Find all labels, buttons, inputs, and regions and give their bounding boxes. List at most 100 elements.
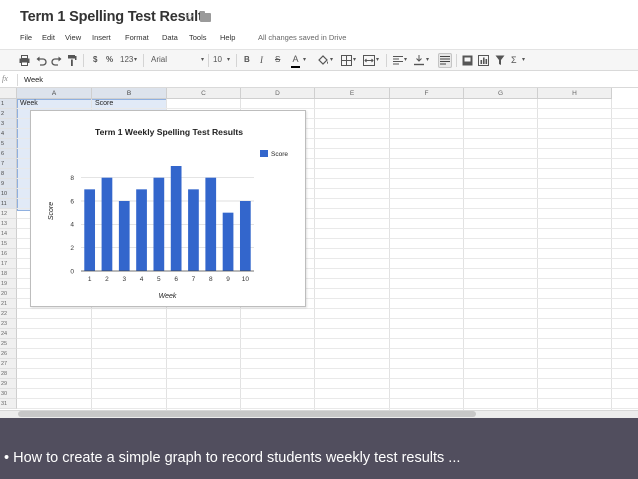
column-header[interactable]: G: [464, 88, 538, 99]
filter-icon[interactable]: [495, 55, 505, 66]
menu-data[interactable]: Data: [162, 33, 178, 42]
menu-tools[interactable]: Tools: [189, 33, 207, 42]
italic-button[interactable]: I: [260, 55, 263, 65]
bar[interactable]: [170, 166, 182, 271]
currency-format-button[interactable]: $: [93, 55, 97, 65]
fill-color-dropdown[interactable]: ▾: [330, 55, 333, 65]
horizontal-scrollbar-thumb[interactable]: [18, 411, 476, 417]
column-header[interactable]: E: [315, 88, 390, 99]
bar[interactable]: [205, 177, 217, 271]
column-header[interactable]: A: [17, 88, 92, 99]
row-header[interactable]: 26: [0, 349, 17, 359]
strikethrough-button[interactable]: S: [275, 55, 280, 65]
x-tick-label: 6: [174, 276, 178, 283]
number-format-button[interactable]: 123: [120, 55, 133, 65]
percent-format-button[interactable]: %: [106, 55, 113, 65]
star-icon[interactable]: ☆: [183, 9, 195, 25]
bar[interactable]: [136, 189, 147, 271]
menu-file[interactable]: File: [20, 33, 32, 42]
font-family-dropdown[interactable]: ▾: [201, 55, 204, 65]
formula-input[interactable]: Week: [24, 75, 43, 84]
column-header[interactable]: B: [92, 88, 167, 99]
row-header[interactable]: 21: [0, 299, 17, 309]
folder-icon[interactable]: [200, 11, 211, 22]
menu-help[interactable]: Help: [220, 33, 235, 42]
fill-color-icon[interactable]: [318, 55, 329, 66]
cell-b1[interactable]: Score: [95, 100, 113, 107]
menu-format[interactable]: Format: [125, 33, 149, 42]
redo-icon[interactable]: [51, 55, 62, 66]
text-color-dropdown[interactable]: ▾: [303, 55, 306, 65]
row-header[interactable]: 12: [0, 209, 17, 219]
row-header[interactable]: 20: [0, 289, 17, 299]
column-header[interactable]: D: [241, 88, 315, 99]
row-header[interactable]: 25: [0, 339, 17, 349]
borders-icon[interactable]: [341, 55, 352, 66]
font-size-select[interactable]: 10: [213, 55, 222, 65]
menu-insert[interactable]: Insert: [92, 33, 111, 42]
row-header[interactable]: 28: [0, 369, 17, 379]
row-header[interactable]: 5: [0, 139, 17, 149]
row-header[interactable]: 23: [0, 319, 17, 329]
merge-cells-dropdown[interactable]: ▾: [376, 55, 379, 65]
borders-dropdown[interactable]: ▾: [353, 55, 356, 65]
bold-button[interactable]: B: [244, 55, 250, 65]
row-header[interactable]: 3: [0, 119, 17, 129]
functions-button[interactable]: Σ: [511, 55, 517, 65]
row-header[interactable]: 18: [0, 269, 17, 279]
row-header[interactable]: 7: [0, 159, 17, 169]
menu-view[interactable]: View: [65, 33, 81, 42]
font-family-select[interactable]: Arial: [151, 55, 167, 65]
bar[interactable]: [222, 212, 234, 271]
row-header[interactable]: 17: [0, 259, 17, 269]
document-title[interactable]: Term 1 Spelling Test Results: [20, 9, 211, 25]
spreadsheet-grid[interactable]: A B C D E F G H 1 2 3 4 5 6 7 8 9 10 11 12 13 14 15 16 17 18 19 20 2…: [0, 88, 638, 410]
undo-icon[interactable]: [36, 55, 47, 66]
row-header[interactable]: 8: [0, 169, 17, 179]
text-color-button[interactable]: A: [291, 54, 300, 68]
row-header[interactable]: 1: [0, 99, 17, 109]
row-header[interactable]: 2: [0, 109, 17, 119]
row-header[interactable]: 16: [0, 249, 17, 259]
column-header[interactable]: H: [538, 88, 612, 99]
row-header[interactable]: 30: [0, 389, 17, 399]
bar[interactable]: [118, 201, 130, 271]
number-format-dropdown[interactable]: ▾: [134, 55, 137, 65]
row-header[interactable]: 9: [0, 179, 17, 189]
row-header[interactable]: 13: [0, 219, 17, 229]
bar[interactable]: [188, 189, 199, 271]
print-icon[interactable]: [19, 55, 30, 66]
align-left-icon[interactable]: [393, 56, 403, 65]
row-header[interactable]: 10: [0, 189, 17, 199]
bar[interactable]: [239, 201, 251, 271]
row-header[interactable]: 19: [0, 279, 17, 289]
column-header[interactable]: F: [390, 88, 464, 99]
row-header[interactable]: 24: [0, 329, 17, 339]
column-header[interactable]: C: [167, 88, 241, 99]
row-header[interactable]: 29: [0, 379, 17, 389]
row-header[interactable]: 22: [0, 309, 17, 319]
row-header[interactable]: 4: [0, 129, 17, 139]
row-header[interactable]: 11: [0, 199, 17, 209]
bar-chart[interactable]: Term 1 Weekly Spelling Test Results 0 2 4 6…: [30, 110, 306, 307]
select-all-corner[interactable]: [0, 88, 17, 99]
row-header[interactable]: 15: [0, 239, 17, 249]
vertical-align-dropdown[interactable]: ▾: [426, 55, 429, 65]
align-dropdown[interactable]: ▾: [404, 55, 407, 65]
insert-comment-icon[interactable]: [462, 55, 473, 66]
row-header[interactable]: 6: [0, 149, 17, 159]
vertical-align-icon[interactable]: [414, 55, 424, 66]
row-header[interactable]: 14: [0, 229, 17, 239]
merge-cells-icon[interactable]: [363, 55, 375, 66]
cell-a1[interactable]: Week: [20, 100, 38, 107]
row-header[interactable]: 31: [0, 399, 17, 409]
row-header[interactable]: 27: [0, 359, 17, 369]
bar[interactable]: [84, 189, 96, 271]
menu-edit[interactable]: Edit: [42, 33, 55, 42]
bar[interactable]: [153, 177, 165, 271]
insert-chart-icon[interactable]: [478, 55, 489, 66]
paint-format-icon[interactable]: [67, 54, 77, 67]
font-size-dropdown[interactable]: ▾: [227, 55, 230, 65]
functions-dropdown[interactable]: ▾: [522, 55, 525, 65]
bar[interactable]: [101, 177, 113, 271]
